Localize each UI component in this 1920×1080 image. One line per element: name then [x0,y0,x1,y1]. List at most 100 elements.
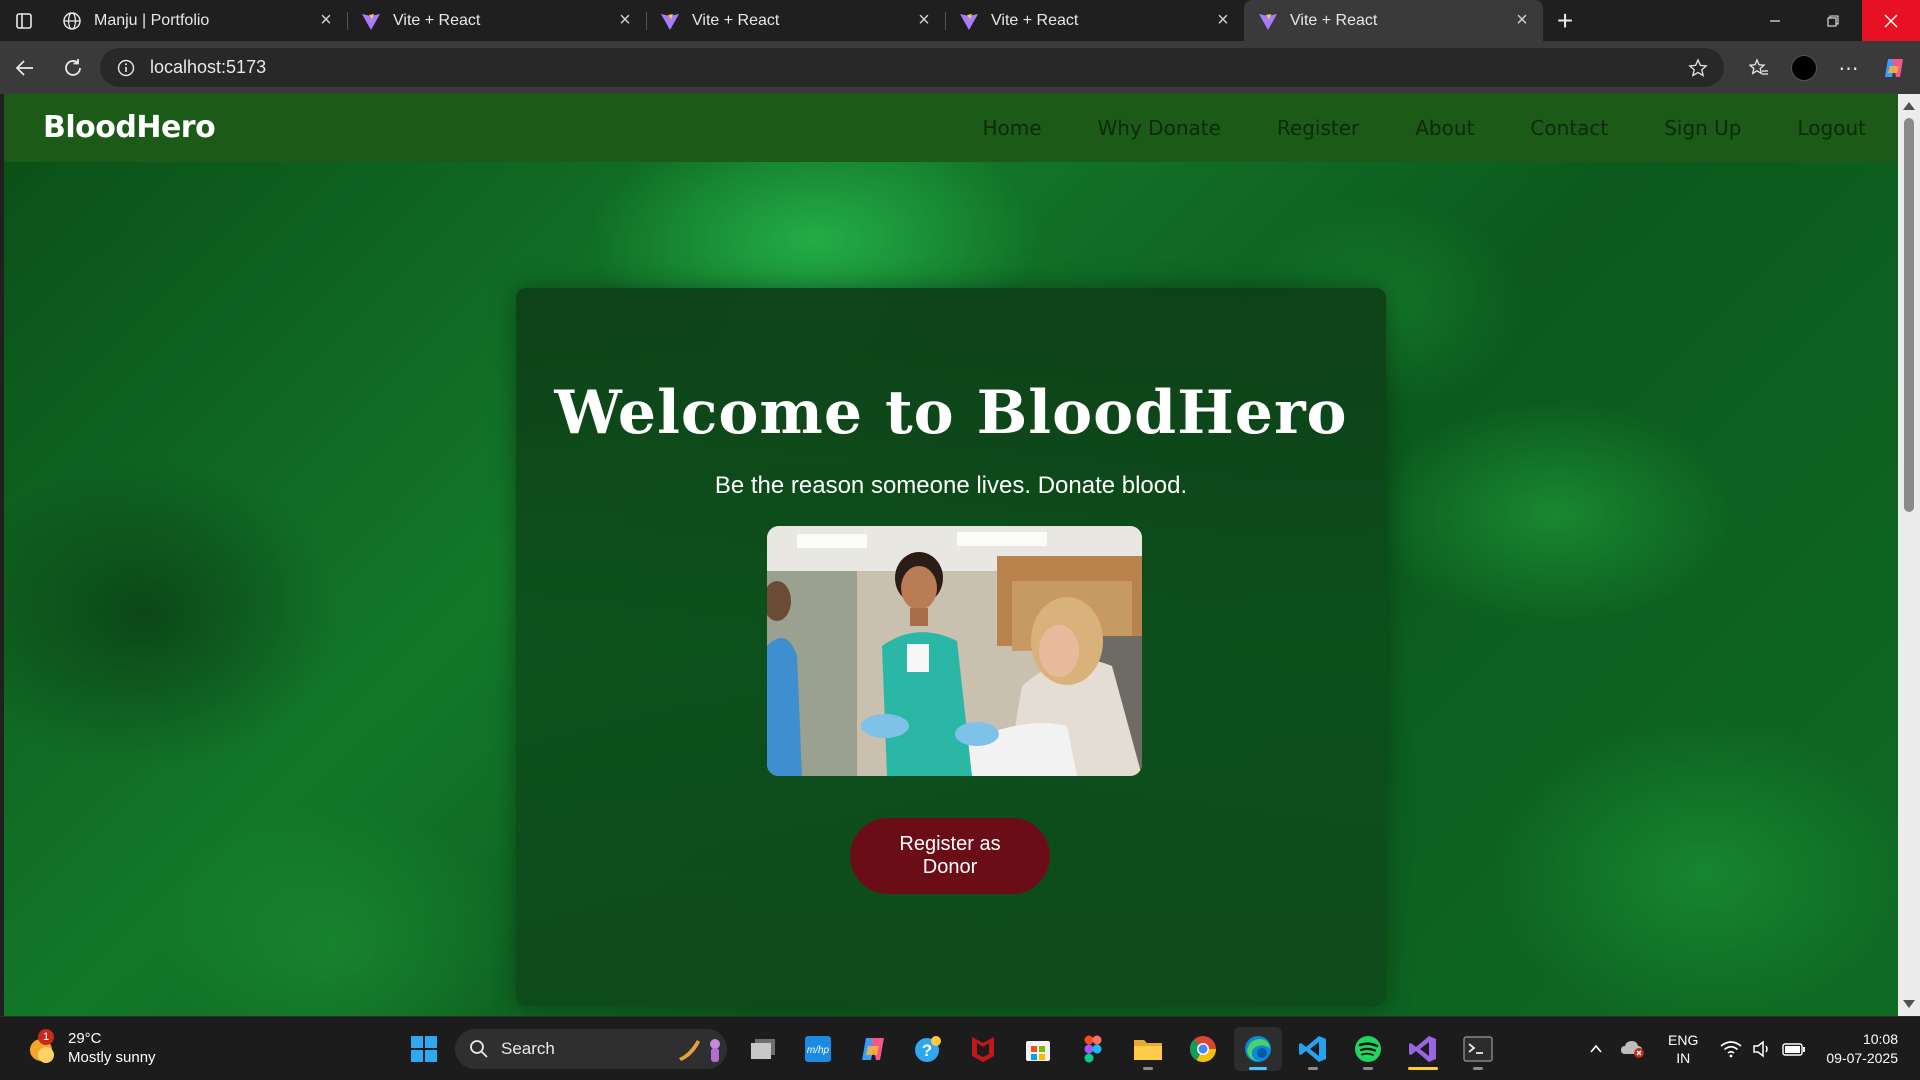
nav-link-about[interactable]: About [1415,116,1474,140]
show-hidden-icons-button[interactable] [1580,1041,1612,1057]
browser-toolbar: localhost:5173 ⋯ [0,41,1920,94]
new-tab-button[interactable]: + [1543,0,1587,41]
mhp-icon[interactable]: m/hp [794,1027,842,1071]
weather-temp: 29°C [68,1030,102,1047]
refresh-button[interactable] [50,48,96,88]
favorites-button[interactable] [1736,48,1781,88]
chrome-icon[interactable] [1179,1027,1227,1071]
vscode-icon[interactable] [1289,1027,1337,1071]
tab-actions-button[interactable] [0,0,48,41]
site-navbar: BloodHero Home Why Donate Register About… [4,94,1898,162]
taskbar-search[interactable]: Search [455,1029,727,1069]
volume-icon [1753,1040,1769,1058]
search-placeholder: Search [501,1039,555,1058]
browser-tab[interactable]: Manju | Portfolio × [48,0,347,41]
nav-link-sign-up[interactable]: Sign Up [1664,116,1741,140]
favorite-star-icon[interactable] [1678,57,1718,78]
close-window-button[interactable] [1862,0,1920,41]
cloud-error-icon [1621,1041,1645,1058]
url-text[interactable]: localhost:5173 [146,57,1678,78]
file-explorer-icon[interactable] [739,1027,787,1071]
get-help-icon[interactable]: ? [904,1027,952,1071]
nav-link-logout[interactable]: Logout [1798,116,1866,140]
onedrive-status[interactable] [1612,1039,1654,1059]
brand-logo[interactable]: BloodHero [43,110,216,145]
terminal-icon[interactable] [1454,1027,1502,1071]
nav-link-register[interactable]: Register [1277,116,1359,140]
register-donor-button[interactable]: Register as Donor [850,818,1050,894]
running-indicator [1408,1067,1438,1070]
site-info-icon[interactable] [106,59,146,77]
figma-icon[interactable] [1069,1027,1117,1071]
cta-label-line2: Donor [922,856,978,878]
sun-icon: 1 [24,1029,58,1065]
browser-tab[interactable]: Vite + React × [646,0,945,41]
more-icon: ⋯ [1838,57,1859,80]
nav-link-why-donate[interactable]: Why Donate [1098,116,1221,140]
start-button[interactable] [400,1027,448,1071]
hero-title: Welcome to BloodHero [554,378,1348,448]
running-indicator [1308,1067,1318,1070]
close-icon [1884,14,1898,27]
copilot-button[interactable] [1871,48,1916,88]
copilot-icon[interactable] [849,1027,897,1071]
close-tab-icon[interactable]: × [315,9,337,32]
restore-icon [1827,14,1839,27]
page-scrollbar[interactable] [1898,94,1920,1016]
copilot-icon [1884,59,1903,77]
minimize-button[interactable] [1746,0,1804,41]
browser-tab[interactable]: Vite + React × [945,0,1244,41]
quick-settings-button[interactable] [1712,1040,1814,1058]
running-indicator [1473,1067,1483,1070]
close-tab-icon[interactable]: × [1511,9,1533,32]
close-tab-icon[interactable]: × [1212,9,1234,32]
settings-more-button[interactable]: ⋯ [1826,48,1871,88]
restore-button[interactable] [1804,0,1862,41]
vite-icon [959,11,979,31]
address-bar[interactable]: localhost:5173 [100,48,1724,87]
language-indicator[interactable]: ENG IN [1654,1031,1712,1067]
running-indicator [1249,1067,1267,1070]
nav-link-contact[interactable]: Contact [1530,116,1608,140]
nav-link-home[interactable]: Home [982,116,1041,140]
vite-icon [1258,11,1278,31]
edge-icon[interactable] [1234,1027,1282,1071]
weather-widget[interactable]: 1 29°C Mostly sunny [24,1029,156,1067]
mcafee-icon[interactable] [959,1027,1007,1071]
microsoft-store-icon[interactable] [1014,1027,1062,1071]
language-code: ENG [1668,1032,1699,1048]
page-viewport: BloodHero Home Why Donate Register About… [4,94,1898,1016]
browser-tab[interactable]: Vite + React × [347,0,646,41]
running-indicator [1363,1067,1373,1070]
wifi-icon [1720,1041,1742,1058]
taskbar: 1 29°C Mostly sunny Search m/hp ? ENG IN… [0,1016,1920,1080]
tab-title: Vite + React [393,11,481,29]
cta-label-line1: Register as [899,833,1001,855]
minimize-icon [1770,19,1780,22]
spotify-icon[interactable] [1344,1027,1392,1071]
scroll-up-arrow-icon[interactable] [1903,102,1915,110]
weather-condition: Mostly sunny [68,1049,156,1066]
close-tab-icon[interactable]: × [614,9,636,32]
search-highlight-icon [679,1039,720,1062]
browser-tab-active[interactable]: Vite + React × [1244,0,1543,41]
back-arrow-icon [15,59,33,76]
tab-strip: Manju | Portfolio × Vite + React × Vite … [0,0,1920,41]
tab-title: Vite + React [692,11,780,29]
profile-button[interactable] [1781,48,1826,88]
clock[interactable]: 10:08 09-07-2025 [1814,1030,1920,1068]
scroll-thumb[interactable] [1904,118,1914,512]
chevron-up-icon [1590,1044,1602,1053]
vite-icon [660,11,680,31]
nav-links: Home Why Donate Register About Contact S… [926,94,1866,162]
vite-icon [361,11,381,31]
tab-title: Manju | Portfolio [94,11,210,29]
svg-text:?: ? [922,1041,932,1060]
close-tab-icon[interactable]: × [913,9,935,32]
cta-label: Register as Donor [899,833,1000,879]
back-button[interactable] [2,48,48,88]
visual-studio-icon[interactable] [1399,1027,1447,1071]
clock-time: 10:08 [1862,1031,1898,1047]
scroll-down-arrow-icon[interactable] [1903,1000,1915,1008]
folder-icon[interactable] [1124,1027,1172,1071]
